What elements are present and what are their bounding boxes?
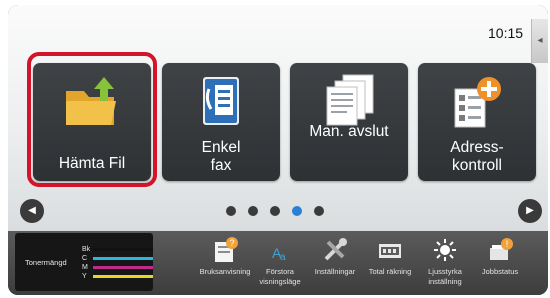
address-add-icon (454, 77, 501, 128)
task-job-status[interactable]: ! Jobbstatus (470, 236, 530, 292)
tile-label: Hämta Fil (58, 155, 126, 172)
toner-row-m: M (82, 264, 153, 271)
svg-text:!: ! (506, 239, 509, 249)
toner-row-bk: Bk (82, 246, 153, 253)
page-indicator (226, 206, 324, 216)
page-dot[interactable] (248, 206, 258, 216)
page-dot[interactable] (314, 206, 324, 216)
brightness-icon (434, 239, 456, 261)
toner-row-y: Y (82, 273, 153, 280)
tile-enkel-fax[interactable]: Enkel fax (162, 63, 280, 181)
side-panel-handle[interactable]: ◂ (531, 19, 548, 63)
zoom-display-icon: A a (272, 245, 286, 263)
task-settings[interactable]: Inställningar (305, 236, 365, 292)
manual-icon: ? (215, 237, 238, 262)
folder-upload-icon (66, 77, 116, 125)
task-brightness[interactable]: Ljusstyrka inställning (415, 236, 475, 292)
tile-adress-kontroll[interactable]: Adress-kontroll (418, 63, 536, 181)
fax-address-book-icon (203, 77, 239, 125)
next-page-button[interactable]: ▶ (518, 199, 542, 223)
task-label: Inställningar (314, 267, 356, 276)
page-dot[interactable] (270, 206, 280, 216)
task-label: Bruksanvisning (199, 267, 251, 276)
toner-title: Tonermängd (25, 258, 67, 267)
task-zoom-display[interactable]: A a Förstora visningsläge (250, 236, 310, 292)
tile-label: Adress-kontroll (450, 139, 504, 174)
tile-label: Man. avslut (309, 123, 389, 140)
job-status-icon: ! (490, 238, 513, 260)
counter-icon (379, 244, 401, 258)
clock: 10:15 (488, 25, 524, 41)
tile-hamta-fil[interactable]: Hämta Fil (33, 63, 151, 181)
home-screen: 10:15 ◂ Hämta Fil Enkel fax Man. avslut … (8, 5, 548, 231)
toner-bar (93, 275, 153, 278)
page-dot[interactable] (292, 206, 302, 216)
page-dot[interactable] (226, 206, 236, 216)
settings-tools-icon (324, 238, 347, 261)
tile-label: Enkel fax (201, 139, 241, 174)
toner-bar (93, 257, 153, 260)
toner-bar (93, 248, 153, 251)
svg-text:?: ? (229, 238, 234, 248)
task-label: Total räkning (368, 267, 412, 276)
toner-row-c: C (82, 255, 153, 262)
toner-level-panel[interactable]: Tonermängd Bk C M Y (15, 233, 153, 291)
task-label: Jobbstatus (481, 267, 519, 276)
task-label: Ljusstyrka inställning (428, 267, 462, 286)
tile-man-avslut[interactable]: Man. avslut (290, 63, 408, 181)
task-counter[interactable]: Total räkning (360, 236, 420, 292)
previous-page-button[interactable]: ◀ (20, 199, 44, 223)
task-manual[interactable]: ? Bruksanvisning (195, 236, 255, 292)
task-label: Förstora visningsläge (259, 267, 301, 286)
toner-bar (93, 266, 153, 269)
svg-text:a: a (280, 252, 286, 263)
